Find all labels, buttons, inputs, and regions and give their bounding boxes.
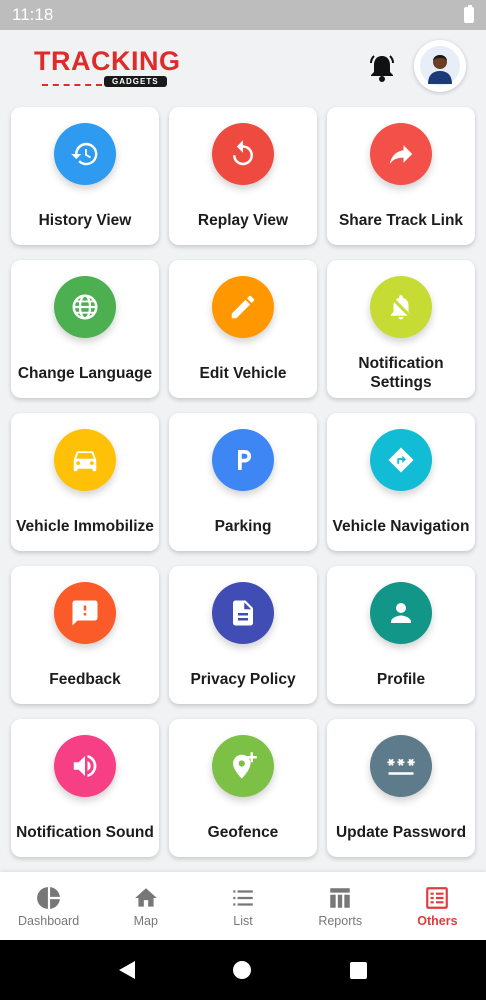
app-logo: TRACKING GADGETS	[34, 46, 189, 92]
back-icon[interactable]	[119, 961, 136, 979]
nav-item-map[interactable]: Map	[97, 872, 194, 940]
menu-card-update-password[interactable]: Update Password	[327, 719, 475, 857]
bell-icon[interactable]	[366, 52, 398, 84]
car-icon	[54, 429, 116, 491]
nav-label: Others	[417, 913, 458, 928]
password-icon	[370, 735, 432, 797]
menu-card-label: Privacy Policy	[190, 670, 296, 688]
list-icon	[233, 889, 253, 906]
person-icon	[370, 582, 432, 644]
geofence-icon	[212, 735, 274, 797]
menu-card-replay-view[interactable]: Replay View	[169, 107, 317, 245]
menu-card-profile[interactable]: Profile	[327, 566, 475, 704]
nav-label: Map	[133, 913, 158, 928]
menu-card-geofence[interactable]: Geofence	[169, 719, 317, 857]
nav-label: List	[233, 913, 253, 928]
pie-chart-icon	[36, 886, 60, 909]
battery-icon	[464, 5, 474, 23]
logo-main-text: TRACKING	[34, 46, 181, 76]
others-icon	[426, 886, 449, 909]
bottom-nav: Dashboard Map List Reports Others	[0, 872, 486, 940]
menu-card-change-language[interactable]: Change Language	[11, 260, 159, 398]
home-button-icon[interactable]	[233, 961, 252, 979]
feedback-icon	[54, 582, 116, 644]
pencil-icon	[212, 276, 274, 338]
nav-item-reports[interactable]: Reports	[292, 872, 389, 940]
avatar[interactable]	[414, 40, 466, 92]
recent-apps-icon[interactable]	[349, 961, 367, 979]
status-bar: 11:18	[0, 0, 486, 30]
menu-card-label: Geofence	[207, 823, 279, 841]
menu-card-label: Notification Settings	[358, 355, 444, 391]
menu-card-label: Replay View	[197, 211, 289, 229]
nav-label: Dashboard	[18, 913, 80, 928]
menu-card-label: Vehicle Navigation	[332, 517, 470, 535]
home-icon	[134, 887, 157, 907]
nav-item-dashboard[interactable]: Dashboard	[0, 872, 97, 940]
menu-grid: History View Replay View Share Track Lin…	[11, 107, 475, 857]
menu-card-label: Share Track Link	[338, 211, 464, 229]
system-nav-bar	[0, 940, 486, 1000]
menu-card-vehicle-navigation[interactable]: Vehicle Navigation	[327, 413, 475, 551]
nav-label: Reports	[318, 913, 363, 928]
menu-card-label: History View	[38, 211, 132, 229]
nav-item-others[interactable]: Others	[389, 872, 486, 940]
menu-card-history-view[interactable]: History View	[11, 107, 159, 245]
menu-card-label: Feedback	[49, 670, 121, 688]
menu-card-notification-settings[interactable]: Notification Settings	[327, 260, 475, 398]
menu-card-privacy-policy[interactable]: Privacy Policy	[169, 566, 317, 704]
menu-card-label: Profile	[376, 670, 426, 688]
globe-icon	[54, 276, 116, 338]
menu-card-vehicle-immobilize[interactable]: Vehicle Immobilize	[11, 413, 159, 551]
status-time: 11:18	[12, 5, 54, 24]
history-icon	[54, 123, 116, 185]
document-icon	[212, 582, 274, 644]
share-icon	[370, 123, 432, 185]
menu-card-label: Notification Sound	[16, 823, 154, 841]
menu-card-label: Change Language	[17, 364, 153, 382]
replay-icon	[212, 123, 274, 185]
menu-card-label: Update Password	[335, 823, 467, 841]
bell-settings-icon	[370, 276, 432, 338]
menu-card-label: Edit Vehicle	[199, 364, 287, 382]
volume-icon	[54, 735, 116, 797]
menu-card-label: Vehicle Immobilize	[16, 517, 154, 535]
navigation-icon	[370, 429, 432, 491]
menu-card-share-track-link[interactable]: Share Track Link	[327, 107, 475, 245]
parking-icon	[212, 429, 274, 491]
menu-card-parking[interactable]: Parking	[169, 413, 317, 551]
logo-sub-text: GADGETS	[104, 76, 167, 87]
reports-icon	[330, 887, 350, 908]
logo-route-line	[42, 84, 102, 86]
menu-card-notification-sound[interactable]: Notification Sound	[11, 719, 159, 857]
menu-card-edit-vehicle[interactable]: Edit Vehicle	[169, 260, 317, 398]
header: TRACKING GADGETS	[0, 30, 486, 104]
menu-card-feedback[interactable]: Feedback	[11, 566, 159, 704]
menu-card-label: Parking	[214, 517, 272, 535]
nav-item-list[interactable]: List	[194, 872, 291, 940]
